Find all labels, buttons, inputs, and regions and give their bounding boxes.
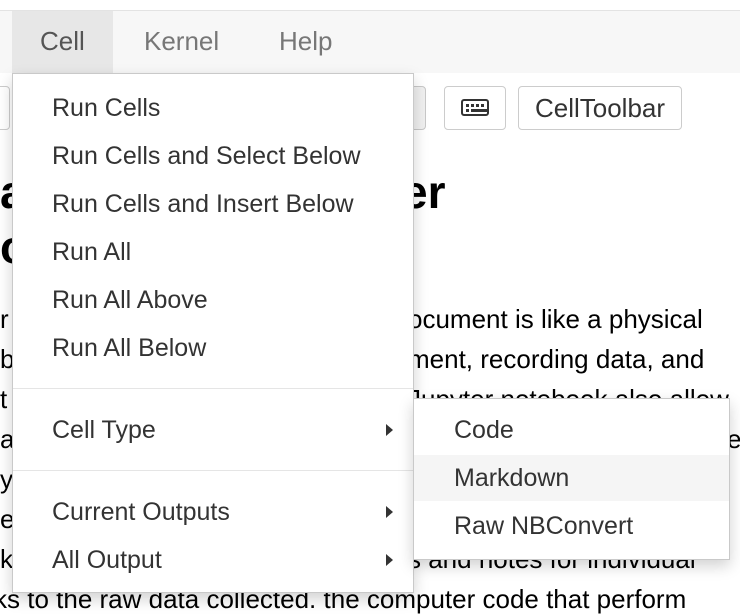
notebook-text-fragment: r [0,304,9,334]
submenu-item-raw-nbconvert[interactable]: Raw NBConvert [414,503,729,549]
menu-item-run-all[interactable]: Run All [13,230,413,274]
caret-right-icon [386,424,393,436]
menu-item-run-cells-insert-below[interactable]: Run Cells and Insert Below [13,182,413,226]
caret-right-icon [386,506,393,518]
menu-item-run-cells-select-below[interactable]: Run Cells and Select Below [13,134,413,178]
celltoolbar-button[interactable]: CellToolbar [518,86,682,130]
submenu-item-code[interactable]: Code [414,407,729,453]
menu-item-all-output[interactable]: All Output [13,538,413,582]
notebook-text-fragment: t [0,384,8,414]
menu-item-label: Current Outputs [52,498,230,526]
cell-type-submenu: Code Markdown Raw NBConvert [413,398,730,560]
menu-item-label: Cell Type [52,416,156,444]
menubar: Cell Kernel Help [0,11,740,73]
keyboard-icon [461,99,489,116]
menu-item-run-cells[interactable]: Run Cells [13,86,413,130]
caret-right-icon [386,554,393,566]
submenu-item-markdown[interactable]: Markdown [414,455,729,501]
notebook-text-fragment: ocument is like a physical [408,304,703,334]
menu-divider [13,470,413,471]
cell-dropdown-menu: Run Cells Run Cells and Select Below Run… [12,73,414,593]
command-palette-button[interactable] [444,86,506,130]
menu-item-run-all-above[interactable]: Run All Above [13,278,413,322]
menu-item-current-outputs[interactable]: Current Outputs [13,490,413,534]
menu-kernel[interactable]: Kernel [116,11,247,73]
menu-help[interactable]: Help [251,11,360,73]
menu-item-cell-type[interactable]: Cell Type [13,408,413,452]
menu-item-label: All Output [52,546,162,574]
toolbar-button-partial[interactable] [0,86,10,130]
menu-item-run-all-below[interactable]: Run All Below [13,326,413,370]
notebook-text-fragment: ment, recording data, and [408,344,705,374]
menu-divider [13,388,413,389]
menu-cell[interactable]: Cell [12,11,113,73]
